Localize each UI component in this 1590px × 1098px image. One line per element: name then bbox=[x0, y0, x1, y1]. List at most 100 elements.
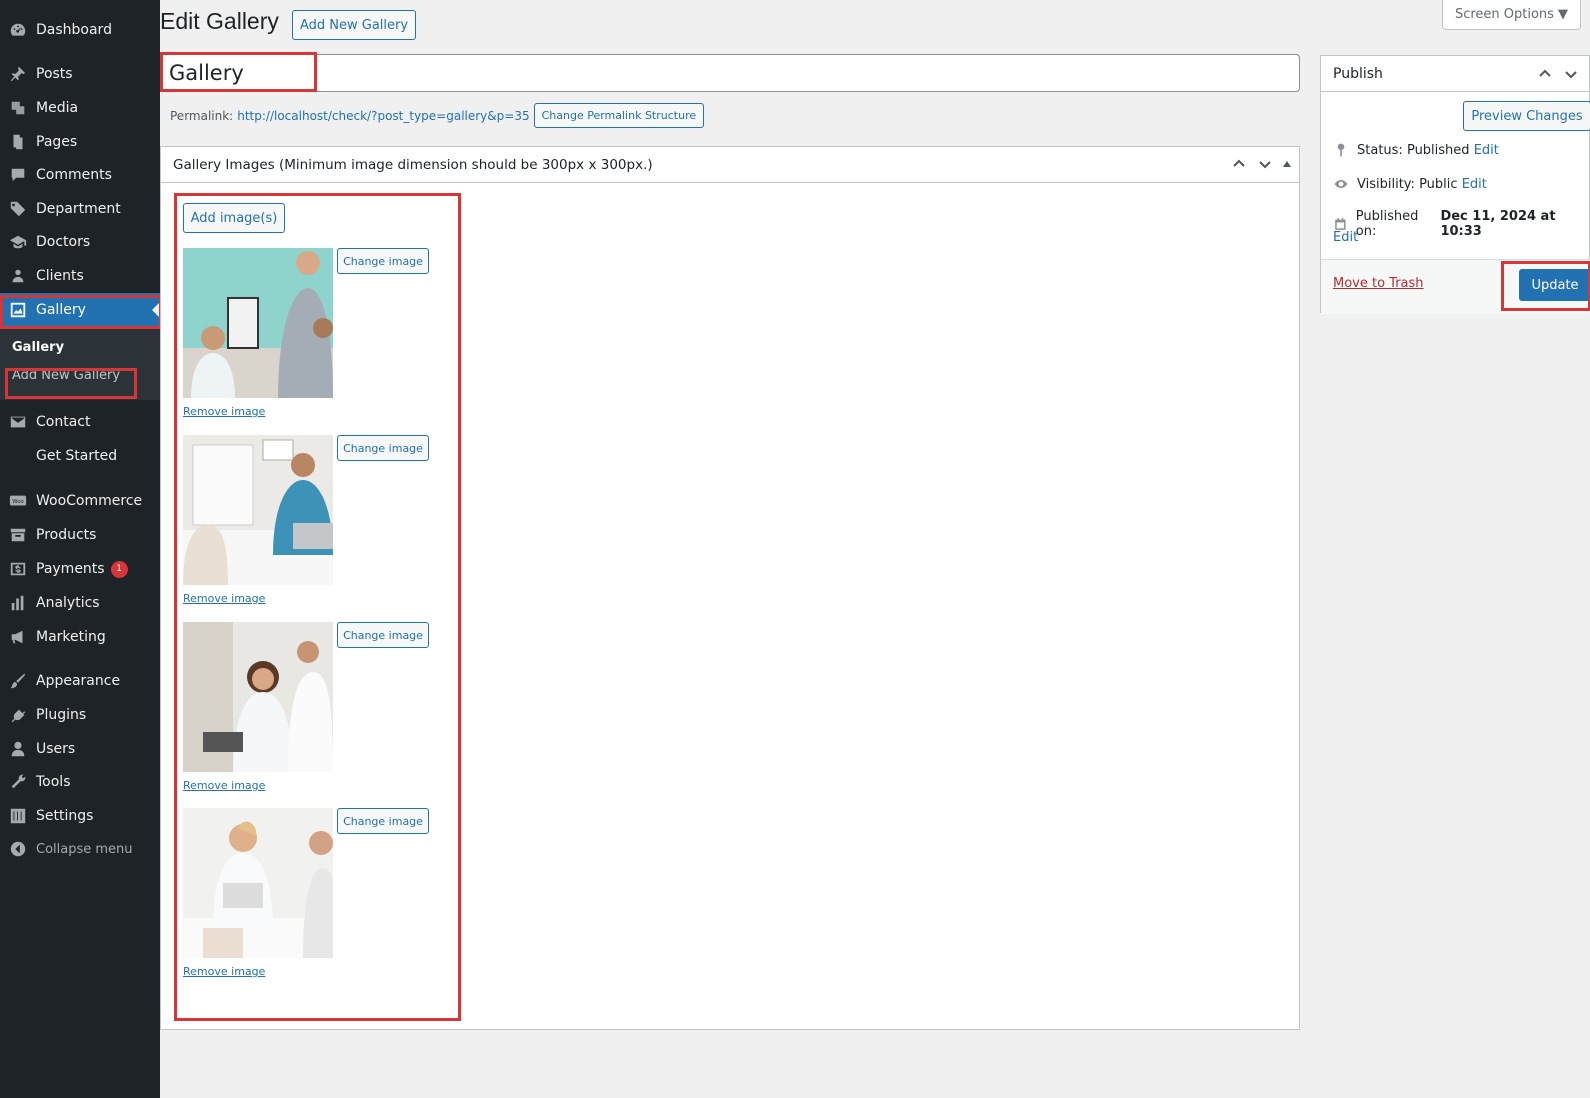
dollar-icon bbox=[0, 560, 36, 578]
sidebar-item-contact[interactable]: Contact bbox=[0, 405, 160, 439]
sidebar-item-products[interactable]: Products bbox=[0, 518, 160, 552]
gallery-image-thumbnail bbox=[183, 622, 333, 772]
dashboard-icon bbox=[0, 21, 36, 39]
status-label: Status: bbox=[1357, 142, 1403, 158]
visibility-row: Visibility: Public Edit bbox=[1333, 176, 1487, 192]
gallery-image-item: Change image Remove image bbox=[183, 622, 443, 812]
gallery-image-item: Change image Remove image bbox=[183, 808, 443, 998]
sidebar-item-plugins[interactable]: Plugins bbox=[0, 698, 160, 732]
gallery-image-thumbnail bbox=[183, 248, 333, 398]
active-indicator bbox=[152, 302, 160, 318]
screen-options-button[interactable]: Screen Options ▼ bbox=[1442, 0, 1581, 30]
eye-icon bbox=[1334, 180, 1348, 188]
preview-changes-button[interactable]: Preview Changes bbox=[1463, 101, 1590, 131]
add-images-button[interactable]: Add image(s) bbox=[183, 203, 285, 233]
published-date: Dec 11, 2024 at 10:33 bbox=[1440, 209, 1556, 239]
gallery-image-item: Change image Remove image bbox=[183, 248, 443, 438]
pin-icon bbox=[0, 65, 36, 83]
svg-text:Woo: Woo bbox=[12, 499, 24, 505]
published-label: Published on: bbox=[1355, 209, 1419, 239]
sidebar-item-media[interactable]: Media bbox=[0, 91, 160, 125]
status-value: Published bbox=[1406, 142, 1470, 158]
submenu-item-gallery[interactable]: Gallery bbox=[12, 340, 64, 355]
gallery-icon bbox=[0, 301, 36, 319]
sidebar-item-label: Posts bbox=[36, 66, 73, 82]
brush-icon bbox=[0, 672, 36, 690]
sidebar-item-clients[interactable]: Clients bbox=[0, 259, 160, 293]
sidebar-item-appearance[interactable]: Appearance bbox=[0, 664, 160, 698]
post-title-input[interactable] bbox=[160, 54, 1300, 92]
sidebar-item-users[interactable]: Users bbox=[0, 732, 160, 766]
sidebar-item-payments[interactable]: Payments 1 bbox=[0, 552, 160, 586]
collapse-menu-button[interactable]: Collapse menu bbox=[0, 832, 160, 866]
toggle-panel-icon[interactable] bbox=[1283, 161, 1291, 167]
sidebar-item-get-started[interactable]: Get Started bbox=[0, 439, 160, 473]
permalink-label: Permalink: bbox=[170, 108, 234, 123]
sidebar-item-pages[interactable]: Pages bbox=[0, 125, 160, 159]
megaphone-icon bbox=[0, 628, 36, 646]
page-icon bbox=[0, 133, 36, 151]
sidebar-item-comments[interactable]: Comments bbox=[0, 158, 160, 192]
sidebar-item-analytics[interactable]: Analytics bbox=[0, 586, 160, 620]
sidebar-item-woocommerce[interactable]: Woo WooCommerce bbox=[0, 484, 160, 518]
permalink-row: Permalink: http://localhost/check/?post_… bbox=[170, 103, 705, 128]
move-up-icon[interactable] bbox=[1231, 156, 1247, 172]
page-title: Edit Gallery bbox=[160, 8, 279, 34]
sidebar-item-label: Department bbox=[36, 201, 121, 217]
change-permalink-button[interactable]: Change Permalink Structure bbox=[533, 103, 705, 128]
change-image-button[interactable]: Change image bbox=[337, 808, 429, 834]
woo-icon: Woo bbox=[0, 492, 36, 510]
permalink-link[interactable]: http://localhost/check/?post_type=galler… bbox=[237, 109, 529, 123]
sidebar-item-settings[interactable]: Settings bbox=[0, 799, 160, 833]
sidebar-item-label: Clients bbox=[36, 268, 84, 284]
sidebar-item-label: Get Started bbox=[36, 448, 118, 464]
gallery-image-item: Change image Remove image bbox=[183, 435, 443, 625]
remove-image-link[interactable]: Remove image bbox=[183, 405, 265, 418]
edit-status-link[interactable]: Edit bbox=[1474, 143, 1499, 158]
submenu-item-add-new-gallery[interactable]: Add New Gallery bbox=[12, 368, 120, 383]
user-icon bbox=[0, 740, 36, 758]
visibility-value: Public bbox=[1419, 176, 1458, 192]
sidebar-item-gallery[interactable]: Gallery bbox=[0, 293, 160, 327]
sidebar-item-label: Dashboard bbox=[36, 22, 112, 38]
sidebar-item-department[interactable]: Department bbox=[0, 192, 160, 226]
add-new-gallery-button[interactable]: Add New Gallery bbox=[292, 10, 416, 40]
remove-image-link[interactable]: Remove image bbox=[183, 779, 265, 792]
gallery-image-thumbnail bbox=[183, 435, 333, 585]
graduation-cap-icon bbox=[0, 233, 36, 251]
media-icon bbox=[0, 99, 36, 117]
edit-date-link[interactable]: Edit bbox=[1333, 230, 1358, 245]
wrench-icon bbox=[0, 773, 36, 791]
sidebar-item-doctors[interactable]: Doctors bbox=[0, 225, 160, 259]
publish-box: Publish Preview Changes Status: Publishe… bbox=[1320, 55, 1590, 314]
change-image-button[interactable]: Change image bbox=[337, 435, 429, 461]
move-to-trash-link[interactable]: Move to Trash bbox=[1333, 276, 1424, 291]
gallery-box-header: Gallery Images (Minimum image dimension … bbox=[161, 147, 1299, 183]
gallery-box-title: Gallery Images (Minimum image dimension … bbox=[173, 156, 653, 173]
sidebar-item-label: Contact bbox=[36, 414, 91, 430]
sidebar-item-label: Payments bbox=[36, 561, 105, 577]
admin-sidebar: Dashboard Posts Media Pages Comments Dep… bbox=[0, 0, 162, 1098]
move-up-icon[interactable] bbox=[1537, 66, 1553, 82]
change-image-button[interactable]: Change image bbox=[337, 248, 429, 274]
move-down-icon[interactable] bbox=[1563, 66, 1579, 82]
sidebar-item-marketing[interactable]: Marketing bbox=[0, 620, 160, 654]
sidebar-item-posts[interactable]: Posts bbox=[0, 57, 160, 91]
move-down-icon[interactable] bbox=[1257, 156, 1273, 172]
publish-box-controls bbox=[1537, 66, 1579, 82]
remove-image-link[interactable]: Remove image bbox=[183, 592, 265, 605]
sidebar-item-label: Plugins bbox=[36, 707, 87, 723]
sidebar-item-dashboard[interactable]: Dashboard bbox=[0, 13, 160, 47]
change-image-button[interactable]: Change image bbox=[337, 622, 429, 648]
published-on-row: Published on: Dec 11, 2024 at 10:33 bbox=[1333, 209, 1589, 239]
sidebar-item-tools[interactable]: Tools bbox=[0, 765, 160, 799]
sliders-icon bbox=[0, 807, 36, 825]
sidebar-item-label: Collapse menu bbox=[36, 841, 133, 857]
gallery-image-thumbnail bbox=[183, 808, 333, 958]
edit-visibility-link[interactable]: Edit bbox=[1462, 177, 1487, 192]
remove-image-link[interactable]: Remove image bbox=[183, 965, 265, 978]
plug-icon bbox=[0, 706, 36, 724]
pin-icon bbox=[1337, 143, 1345, 157]
update-button[interactable]: Update bbox=[1519, 269, 1590, 301]
sidebar-item-label: Analytics bbox=[36, 595, 100, 611]
